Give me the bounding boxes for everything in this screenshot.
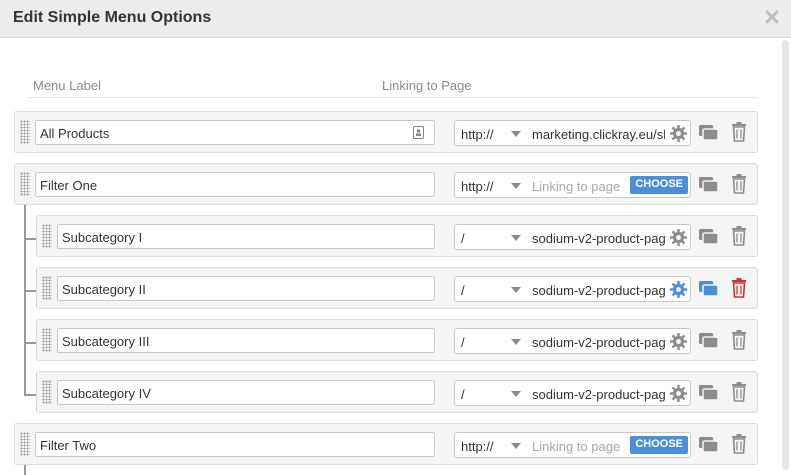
menu-item-row: Subcategory III / sodium-v2-product-page	[36, 319, 758, 361]
tree-connector	[24, 238, 36, 240]
protocol-select[interactable]: http://	[454, 172, 528, 198]
duplicate-icon[interactable]	[698, 279, 720, 299]
protocol-value: http://	[461, 127, 494, 142]
url-field[interactable]: sodium-v2-product-page	[527, 380, 691, 406]
protocol-value: /	[461, 283, 465, 298]
tree-connector	[24, 342, 36, 344]
url-field[interactable]: sodium-v2-product-page	[527, 328, 691, 354]
duplicate-icon[interactable]	[698, 175, 720, 195]
url-value: sodium-v2-product-page	[532, 335, 665, 350]
menu-item-row: All Products http:// marketing.clickray.eu…	[14, 111, 758, 153]
menu-label-text: Subcategory II	[62, 282, 146, 297]
url-field[interactable]: Linking to page CHOOSE	[527, 172, 691, 198]
menu-label-input[interactable]: Filter One	[35, 172, 435, 197]
chevron-down-icon	[511, 339, 521, 345]
drag-handle[interactable]	[20, 172, 30, 196]
menu-label-input[interactable]: Filter Two	[35, 432, 435, 457]
trash-icon[interactable]	[731, 173, 747, 195]
protocol-value: http://	[461, 179, 494, 194]
duplicate-icon[interactable]	[698, 331, 720, 351]
menu-item-row: Filter One http:// Linking to page CHOOSE	[14, 163, 758, 205]
dialog-titlebar: Edit Simple Menu Options	[0, 0, 791, 38]
url-value: sodium-v2-product-page	[532, 283, 665, 298]
menu-label-text: Filter One	[40, 178, 98, 193]
close-icon[interactable]	[763, 8, 781, 26]
duplicate-icon[interactable]	[698, 383, 720, 403]
drag-handle[interactable]	[20, 432, 30, 456]
duplicate-icon[interactable]	[698, 227, 720, 247]
linking-to-page-header: Linking to Page	[382, 78, 472, 93]
protocol-select[interactable]: /	[454, 328, 528, 354]
url-field[interactable]: Linking to page CHOOSE	[527, 432, 691, 458]
gear-icon[interactable]	[669, 384, 688, 403]
menu-item-row: Subcategory IV / sodium-v2-product-page	[36, 371, 758, 413]
trash-icon[interactable]	[731, 433, 747, 455]
gear-icon[interactable]	[669, 228, 688, 247]
menu-label-input[interactable]: Subcategory IV	[57, 380, 435, 405]
protocol-value: /	[461, 231, 465, 246]
gear-icon[interactable]	[669, 280, 688, 299]
chevron-down-icon	[511, 287, 521, 293]
menu-label-text: Subcategory III	[62, 334, 150, 349]
gear-icon[interactable]	[669, 124, 688, 143]
tree-connector	[24, 394, 36, 396]
menu-label-text: Filter Two	[40, 438, 97, 453]
protocol-select[interactable]: /	[454, 224, 528, 250]
protocol-select[interactable]: /	[454, 380, 528, 406]
menu-item-row: Filter Two http:// Linking to page CHOOSE	[14, 423, 758, 465]
drag-handle[interactable]	[42, 328, 52, 352]
drag-handle[interactable]	[42, 224, 52, 248]
url-field[interactable]: sodium-v2-product-page	[527, 276, 691, 302]
drag-handle[interactable]	[42, 380, 52, 404]
trash-icon[interactable]	[731, 277, 747, 299]
protocol-value: http://	[461, 439, 494, 454]
chevron-down-icon	[511, 131, 521, 137]
protocol-value: /	[461, 387, 465, 402]
menu-item-row: Subcategory I / sodium-v2-product-page	[36, 215, 758, 257]
duplicate-icon[interactable]	[698, 435, 720, 455]
chevron-down-icon	[511, 443, 521, 449]
choose-page-button[interactable]: CHOOSE	[630, 176, 688, 194]
menu-label-input[interactable]: All Products	[35, 120, 435, 145]
tree-connector	[24, 290, 36, 292]
chevron-down-icon	[511, 235, 521, 241]
trash-icon[interactable]	[731, 225, 747, 247]
trash-icon[interactable]	[731, 381, 747, 403]
trash-icon[interactable]	[731, 329, 747, 351]
url-value: sodium-v2-product-page	[532, 387, 665, 402]
protocol-select[interactable]: http://	[454, 432, 528, 458]
menu-label-input[interactable]: Subcategory I	[57, 224, 435, 249]
chevron-down-icon	[511, 391, 521, 397]
menu-label-text: Subcategory I	[62, 230, 143, 245]
url-value: marketing.clickray.eu/shop	[532, 127, 665, 142]
duplicate-icon[interactable]	[698, 123, 720, 143]
trash-icon[interactable]	[731, 121, 747, 143]
menu-label-text: All Products	[40, 126, 110, 141]
tree-connector	[24, 205, 26, 395]
drag-handle[interactable]	[42, 276, 52, 300]
dialog-title: Edit Simple Menu Options	[13, 9, 212, 26]
url-value: sodium-v2-product-page	[532, 231, 665, 246]
menu-label-text: Subcategory IV	[62, 386, 151, 401]
url-field[interactable]: marketing.clickray.eu/shop	[527, 120, 691, 146]
menu-label-header: Menu Label	[33, 78, 101, 93]
protocol-select[interactable]: /	[454, 276, 528, 302]
contact-card-icon[interactable]	[413, 126, 424, 139]
url-field[interactable]: sodium-v2-product-page	[527, 224, 691, 250]
scrollbar[interactable]	[782, 40, 789, 470]
protocol-select[interactable]: http://	[454, 120, 528, 146]
menu-item-row: Subcategory II / sodium-v2-product-page	[36, 267, 758, 309]
choose-page-button[interactable]: CHOOSE	[630, 436, 688, 454]
protocol-value: /	[461, 335, 465, 350]
menu-label-input[interactable]: Subcategory III	[57, 328, 435, 353]
drag-handle[interactable]	[20, 120, 30, 144]
gear-icon[interactable]	[669, 332, 688, 351]
chevron-down-icon	[511, 183, 521, 189]
tree-connector	[24, 465, 26, 475]
menu-label-input[interactable]: Subcategory II	[57, 276, 435, 301]
header-divider	[28, 97, 758, 98]
